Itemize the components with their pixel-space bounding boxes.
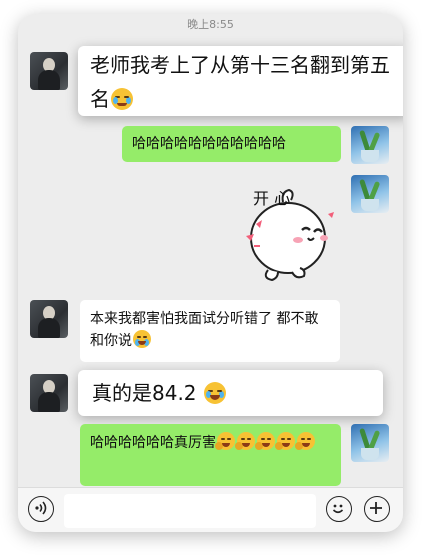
my-avatar[interactable] <box>351 126 389 164</box>
message-text: 老师我考上了从第十三名翻到第五名 <box>90 53 390 111</box>
chat-window: 晚上8:55 老师我考上了从第十三名翻到第五名 哈哈哈哈哈哈哈哈哈哈哈 开 心 … <box>18 14 403 532</box>
emoji-icon[interactable] <box>326 496 352 522</box>
message-bubble-sent[interactable]: 哈哈哈哈哈哈真厉害 <box>80 424 341 486</box>
contact-avatar[interactable] <box>30 374 68 412</box>
message-text: 真的是84.2 <box>92 381 197 405</box>
message-bubble-received[interactable]: 老师我考上了从第十三名翻到第五名 <box>78 46 403 116</box>
sticker-caption: 开 心 <box>253 189 290 208</box>
message-text: 哈哈哈哈哈哈真厉害 <box>90 435 216 451</box>
laughing-face-icon <box>275 432 295 450</box>
message-text: 本来我都害怕我面试分听错了 都不敢和你说 <box>90 311 319 349</box>
crying-laughing-face-icon <box>133 330 151 348</box>
crying-laughing-face-icon <box>203 382 226 404</box>
laughing-face-icon <box>295 432 315 450</box>
voice-icon[interactable] <box>28 496 54 522</box>
message-timestamp: 晚上8:55 <box>187 18 234 31</box>
laughing-face-icon <box>215 432 235 450</box>
message-text: 哈哈哈哈哈哈哈哈哈哈哈 <box>132 136 286 152</box>
message-input[interactable] <box>64 494 316 528</box>
my-avatar[interactable] <box>351 175 389 213</box>
message-bubble-received[interactable]: 真的是84.2 <box>78 370 383 416</box>
message-bubble-sent[interactable]: 哈哈哈哈哈哈哈哈哈哈哈 <box>122 126 341 162</box>
plus-icon[interactable] <box>364 496 390 522</box>
laughing-face-icon <box>235 432 255 450</box>
my-avatar[interactable] <box>351 424 389 462</box>
laughing-face-icon <box>255 432 275 450</box>
happy-sticker-image: 开 心 <box>246 188 334 282</box>
crying-face-icon <box>111 88 133 110</box>
contact-avatar[interactable] <box>30 52 68 90</box>
happy-sticker[interactable]: 开 心 <box>228 174 343 284</box>
message-bubble-received[interactable]: 本来我都害怕我面试分听错了 都不敢和你说 <box>80 300 340 362</box>
contact-avatar[interactable] <box>30 300 68 338</box>
input-bar <box>18 487 403 532</box>
